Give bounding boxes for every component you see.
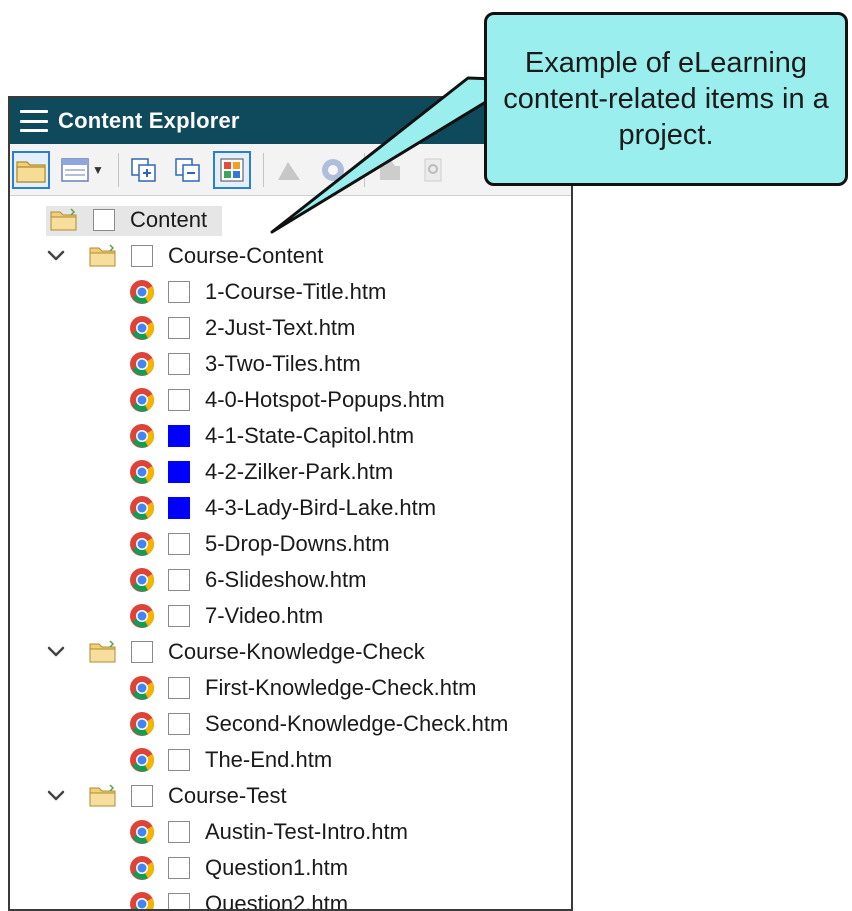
callout-box: Example of eLearning content-related ite… bbox=[484, 12, 848, 186]
callout-text: Example of eLearning content-related ite… bbox=[503, 47, 829, 151]
